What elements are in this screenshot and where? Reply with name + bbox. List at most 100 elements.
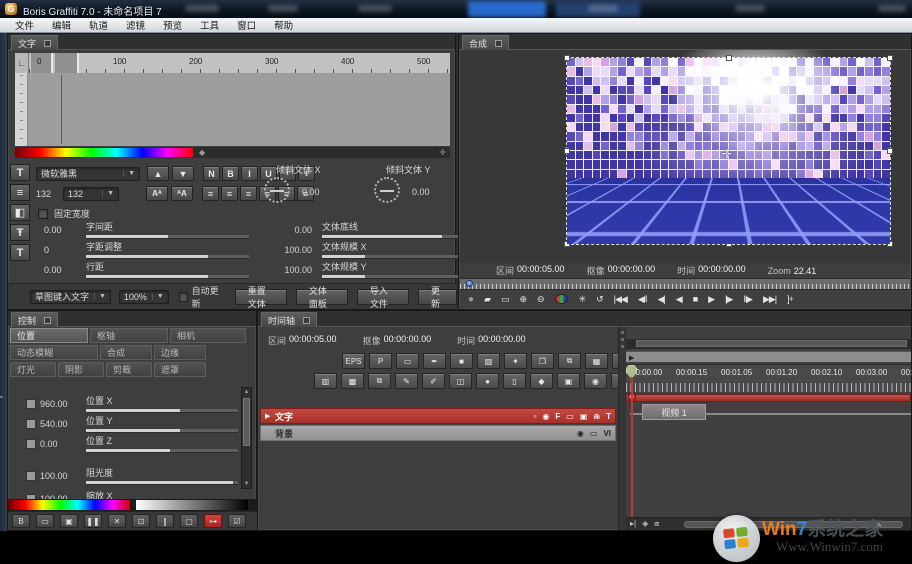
monitor-icon[interactable]: ▭ [590, 429, 598, 438]
bottom-button-2[interactable]: 导入文件 [357, 289, 409, 305]
stop-icon[interactable]: ■ [693, 294, 697, 304]
image-edit-icon[interactable]: ⧉ [368, 373, 391, 389]
brush-icon[interactable]: ✐ [422, 373, 445, 389]
text-slider[interactable]: 100.00文体规模 Y [264, 258, 476, 278]
tree-icon[interactable]: ✦ [504, 353, 527, 369]
font-next-button[interactable]: ▼ [172, 166, 194, 181]
auto-update-checkbox[interactable] [179, 292, 188, 302]
panel-menu-icon[interactable] [44, 317, 51, 324]
selection-handle[interactable] [887, 55, 893, 61]
font-prev-button[interactable]: ▲ [147, 166, 169, 181]
fixed-width-checkbox[interactable] [38, 209, 48, 219]
slider-track[interactable] [86, 235, 249, 238]
disclosure-icon[interactable]: ▶ [265, 412, 275, 420]
slant-icon[interactable]: ∥ [156, 514, 174, 528]
control-tab-2-1[interactable]: 阴影 [58, 362, 104, 377]
eps-icon[interactable]: EPS [342, 353, 365, 369]
text-ruler[interactable]: 0100200300400500 [29, 53, 450, 73]
check-icon[interactable]: ☑ [228, 514, 246, 528]
track-background[interactable]: 背景◉▭VI [260, 425, 616, 441]
menu-item-1[interactable]: 编辑 [43, 18, 80, 32]
keyframe-box[interactable] [26, 439, 36, 449]
text-canvas[interactable] [28, 73, 450, 146]
pencil-icon[interactable]: ✎ [395, 373, 418, 389]
cross-tool-icon[interactable]: ✕ [108, 514, 126, 528]
panel-menu-icon[interactable] [44, 40, 51, 47]
bottom-button-3[interactable]: 更新 [418, 289, 457, 305]
slider-track[interactable] [86, 449, 238, 452]
panel-menu-icon[interactable] [495, 40, 502, 47]
text-slider[interactable]: 0字距调整 [44, 238, 249, 258]
keyframe-box[interactable] [26, 471, 36, 481]
video-clip[interactable]: 视频 1 [642, 404, 706, 420]
snapshot-icon[interactable]: ✳ [579, 294, 586, 305]
pattern-icon[interactable]: ▩ [341, 373, 364, 389]
control-slider[interactable]: 100.00阻光度 [26, 464, 238, 484]
zoom-in-icon[interactable]: ⊕ [519, 294, 526, 305]
scroll-thumb[interactable] [243, 398, 250, 446]
align-center-icon[interactable]: ≡ [221, 186, 238, 201]
slider-track[interactable] [322, 255, 476, 258]
marquee-icon[interactable]: ▢ [180, 514, 198, 528]
ruler-selection[interactable] [31, 53, 53, 73]
control-tab-1-1[interactable]: 合成 [100, 345, 152, 360]
open-folder-icon[interactable]: ❒ [531, 353, 554, 369]
text-edit-area[interactable] [15, 73, 450, 146]
tab-timeline[interactable]: 时间轴 [261, 312, 317, 327]
paragraph-icon[interactable]: ≡ [10, 184, 30, 201]
control-tab-0-2[interactable]: 相机 [170, 328, 246, 343]
keyframe-box[interactable] [26, 399, 36, 409]
tab-text[interactable]: 文字 [11, 35, 58, 50]
timeline-splitter[interactable] [618, 327, 626, 530]
preview-image-icon[interactable]: ▰ [484, 294, 490, 305]
solid-shape-icon[interactable]: ■ [450, 353, 473, 369]
play-reverse-icon[interactable]: ◀ [676, 294, 682, 305]
control-tab-1-0[interactable]: 动态模糊 [10, 345, 98, 360]
rainbow-gradient[interactable] [8, 500, 130, 510]
text-track-bar[interactable] [626, 394, 911, 402]
spot-icon[interactable]: ◉ [584, 373, 607, 389]
scroll-handle-icon[interactable]: ✛ [439, 148, 446, 157]
track-text[interactable]: ▶文字▫◉F▭▣⋒T [260, 408, 616, 424]
text-slider[interactable]: 0.00文体底线 [264, 218, 476, 238]
time-ruler[interactable]: 00:00.0000:00.1500:01.0500:01.2000:02.10… [626, 364, 911, 392]
frame-icon[interactable]: ▭ [36, 514, 54, 528]
vi-label[interactable]: VI [603, 429, 611, 438]
control-tab-2-3[interactable]: 遮罩 [154, 362, 206, 377]
levels-icon[interactable]: ▥ [314, 373, 337, 389]
cube-icon[interactable]: ◫ [449, 373, 472, 389]
control-tab-2-2[interactable]: 剪裁 [106, 362, 152, 377]
size-down-button[interactable]: ᴬA [171, 186, 193, 201]
bottom-button-0[interactable]: 重置文体 [235, 289, 287, 305]
keyframe-box[interactable] [26, 419, 36, 429]
keyframe-key-icon[interactable]: ⊶ [204, 514, 222, 528]
text-slider[interactable]: 0.00行距 [44, 258, 249, 278]
selection-handle[interactable] [564, 55, 570, 61]
title-safe-icon[interactable]: ⊡ [132, 514, 150, 528]
dial-knob[interactable] [374, 177, 400, 203]
go-start-icon[interactable]: |◀◀ [614, 294, 627, 305]
pict-icon[interactable]: P [369, 353, 392, 369]
normal-button[interactable]: N [203, 166, 220, 181]
control-vscrollbar[interactable]: ▲ ▼ [241, 387, 252, 489]
dial-knob[interactable] [264, 177, 290, 203]
selection-handle[interactable] [887, 241, 893, 247]
import-title-icon[interactable]: ⧉ [558, 353, 581, 369]
eye-icon[interactable]: ◉ [542, 412, 549, 421]
tab-composite[interactable]: 合成 [462, 35, 509, 50]
menu-item-7[interactable]: 帮助 [265, 18, 302, 32]
bold-style-icon[interactable]: B [12, 514, 30, 528]
menu-item-2[interactable]: 轨道 [80, 18, 117, 32]
menu-item-5[interactable]: 工具 [191, 18, 228, 32]
text-slider[interactable]: 100.00文体规模 X [264, 238, 476, 258]
selection-handle[interactable] [564, 241, 570, 247]
size-up-button[interactable]: Aᴬ [146, 186, 168, 201]
swatch-icon[interactable]: ▫ [534, 412, 537, 421]
bottom-button-1[interactable]: 文体面板 [296, 289, 348, 305]
eye-icon[interactable]: ◉ [577, 429, 584, 438]
filled-frame-icon[interactable]: ▣ [60, 514, 78, 528]
panel-menu-icon[interactable] [303, 317, 310, 324]
sphere-icon[interactable]: ● [476, 373, 499, 389]
loop-icon[interactable]: ↺ [596, 294, 603, 305]
prev-keyframe-icon[interactable]: ◀‖ [638, 294, 647, 305]
